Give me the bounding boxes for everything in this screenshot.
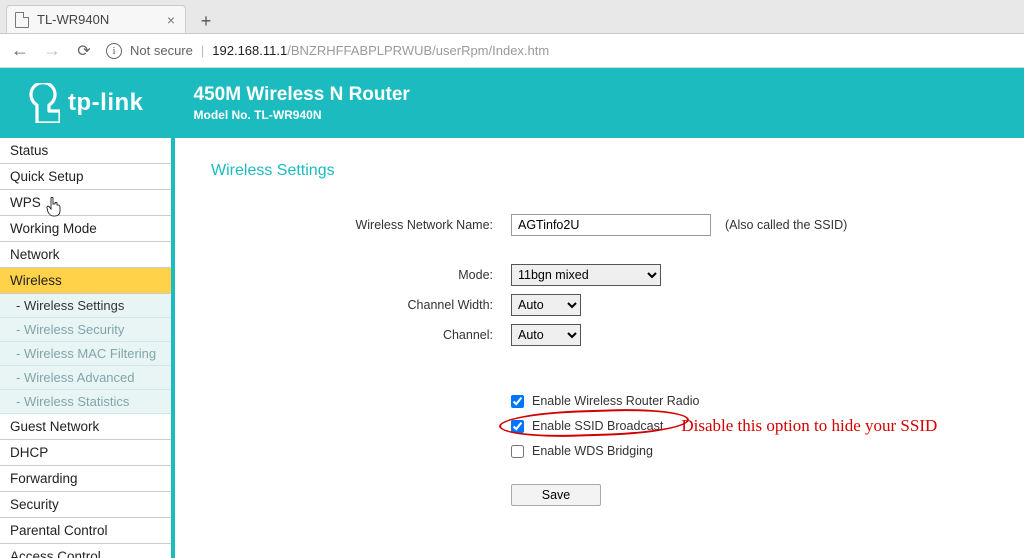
close-icon[interactable]: × bbox=[167, 12, 175, 28]
browser-toolbar: ← → ⟳ i Not secure | 192.168.11.1/BNZRHF… bbox=[0, 34, 1024, 68]
sidebar-sub-wireless-statistics[interactable]: - Wireless Statistics bbox=[0, 390, 171, 414]
label-ssid: Wireless Network Name: bbox=[211, 218, 511, 232]
sidebar-sub-wireless-security[interactable]: - Wireless Security bbox=[0, 318, 171, 342]
sidebar-item-wireless[interactable]: Wireless bbox=[0, 268, 171, 294]
sidebar-item-network[interactable]: Network bbox=[0, 242, 171, 268]
content-pane: Wireless Settings Wireless Network Name:… bbox=[175, 138, 1024, 558]
browser-tabstrip: TL-WR940N × + bbox=[0, 0, 1024, 34]
label-enable-wds: Enable WDS Bridging bbox=[532, 444, 653, 458]
label-enable-radio: Enable Wireless Router Radio bbox=[532, 394, 699, 408]
ssid-input[interactable] bbox=[511, 214, 711, 236]
sidebar-item-quick-setup[interactable]: Quick Setup bbox=[0, 164, 171, 190]
sidebar-sub-wireless-mac[interactable]: - Wireless MAC Filtering bbox=[0, 342, 171, 366]
browser-tab[interactable]: TL-WR940N × bbox=[6, 5, 186, 33]
address-bar[interactable]: i Not secure | 192.168.11.1/BNZRHFFABPLP… bbox=[106, 43, 1014, 59]
save-button[interactable]: Save bbox=[511, 484, 601, 506]
ssid-hint: (Also called the SSID) bbox=[725, 218, 847, 232]
model-number: Model No. TL-WR940N bbox=[194, 108, 410, 122]
not-secure-label: Not secure bbox=[130, 43, 193, 58]
sidebar-item-status[interactable]: Status bbox=[0, 138, 171, 164]
sidebar-item-access-control[interactable]: Access Control bbox=[0, 544, 171, 558]
back-button[interactable]: ← bbox=[10, 40, 30, 61]
page-heading: Wireless Settings bbox=[211, 162, 994, 180]
site-info-icon[interactable]: i bbox=[106, 43, 122, 59]
checkbox-enable-radio[interactable] bbox=[511, 395, 524, 408]
tp-link-mark-icon bbox=[20, 83, 60, 123]
url-path: /BNZRHFFABPLPRWUB/userRpm/Index.htm bbox=[287, 43, 549, 58]
sidebar-item-forwarding[interactable]: Forwarding bbox=[0, 466, 171, 492]
sidebar-sub-wireless-settings[interactable]: - Wireless Settings bbox=[0, 294, 171, 318]
label-enable-ssid-broadcast: Enable SSID Broadcast bbox=[532, 419, 663, 433]
reload-button[interactable]: ⟳ bbox=[74, 41, 94, 61]
sidebar-item-guest-network[interactable]: Guest Network bbox=[0, 414, 171, 440]
sidebar-item-security[interactable]: Security bbox=[0, 492, 171, 518]
brand-text: tp-link bbox=[68, 89, 144, 117]
sidebar-item-dhcp[interactable]: DHCP bbox=[0, 440, 171, 466]
divider: | bbox=[201, 43, 204, 58]
brand-logo: tp-link bbox=[20, 83, 144, 123]
tab-title: TL-WR940N bbox=[37, 12, 159, 27]
router-header: tp-link 450M Wireless N Router Model No.… bbox=[0, 68, 1024, 138]
label-mode: Mode: bbox=[211, 268, 511, 282]
mode-select[interactable]: 11bgn mixed bbox=[511, 264, 661, 286]
sidebar: Status Quick Setup WPS Working Mode Netw… bbox=[0, 138, 175, 558]
product-title-block: 450M Wireless N Router Model No. TL-WR94… bbox=[194, 84, 410, 122]
url-host: 192.168.11.1 bbox=[212, 43, 287, 58]
annotation-text: Disable this option to hide your SSID bbox=[681, 416, 937, 436]
page-icon bbox=[15, 12, 29, 28]
channel-width-select[interactable]: Auto bbox=[511, 294, 581, 316]
checkbox-enable-wds[interactable] bbox=[511, 445, 524, 458]
new-tab-button[interactable]: + bbox=[192, 9, 220, 33]
sidebar-item-working-mode[interactable]: Working Mode bbox=[0, 216, 171, 242]
router-page: tp-link 450M Wireless N Router Model No.… bbox=[0, 68, 1024, 558]
forward-button[interactable]: → bbox=[42, 40, 62, 61]
product-title: 450M Wireless N Router bbox=[194, 84, 410, 106]
checkbox-enable-ssid-broadcast[interactable] bbox=[511, 420, 524, 433]
sidebar-item-wps[interactable]: WPS bbox=[0, 190, 171, 216]
label-channel: Channel: bbox=[211, 328, 511, 342]
channel-select[interactable]: Auto bbox=[511, 324, 581, 346]
sidebar-sub-wireless-advanced[interactable]: - Wireless Advanced bbox=[0, 366, 171, 390]
sidebar-item-parental-control[interactable]: Parental Control bbox=[0, 518, 171, 544]
label-channel-width: Channel Width: bbox=[211, 298, 511, 312]
